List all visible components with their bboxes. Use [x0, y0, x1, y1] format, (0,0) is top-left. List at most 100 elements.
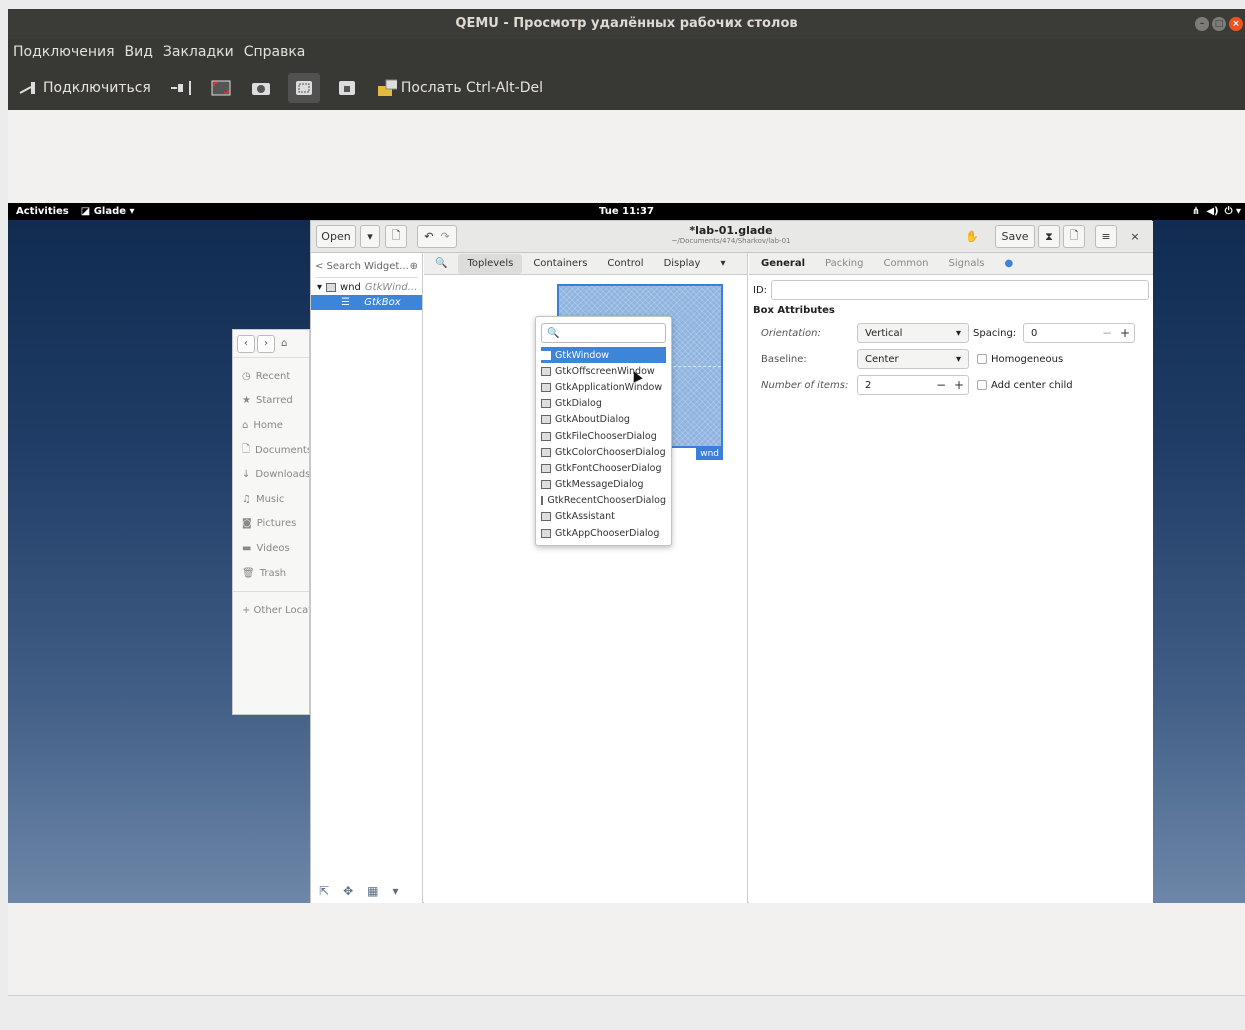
- sidebar-item-music[interactable]: ♫ Music: [233, 487, 309, 512]
- forward-button[interactable]: ›: [257, 334, 275, 353]
- popover-item-gtkfilechooserdialog[interactable]: GtkFileChooserDialog: [541, 428, 666, 444]
- sidebar-item-starred[interactable]: ★ Starred: [233, 389, 309, 414]
- popover-item-gtkappchooserdialog[interactable]: GtkAppChooserDialog: [541, 525, 666, 541]
- undo-icon: ↶: [424, 230, 434, 243]
- menu-button[interactable]: ≡: [1095, 225, 1117, 248]
- tab-control[interactable]: Control: [598, 254, 652, 274]
- window-icon: [541, 366, 551, 376]
- keyboard-grab-button[interactable]: [334, 73, 360, 103]
- center-child-checkbox[interactable]: Add center child: [977, 380, 1073, 391]
- popover-item-gtkdialog[interactable]: GtkDialog: [541, 396, 666, 412]
- minimize-button[interactable]: –: [1195, 17, 1209, 31]
- recent-dropdown[interactable]: ▾: [360, 225, 380, 248]
- increment-button[interactable]: +: [1116, 323, 1134, 343]
- sidebar-item-recent[interactable]: ◷ Recent: [233, 364, 309, 389]
- popover-item-gtkapplicationwindow[interactable]: GtkApplicationWindow: [541, 379, 666, 395]
- open-button[interactable]: Open: [316, 225, 356, 248]
- connect-button[interactable]: Подключиться: [16, 73, 154, 103]
- redo-icon: ↷: [440, 230, 450, 243]
- system-tray[interactable]: ⋔ ◀) ⏻ ▾: [1192, 203, 1241, 220]
- popover-item-gtkrecentchooserdialog[interactable]: GtkRecentChooserDialog: [541, 493, 666, 509]
- tab-signals[interactable]: Signals: [949, 258, 985, 269]
- property-tabs: General Packing Common Signals ●: [749, 253, 1153, 275]
- close-button[interactable]: ×: [1229, 17, 1243, 31]
- id-row: ID:: [749, 280, 1153, 300]
- plug-icon: [19, 79, 39, 97]
- remote-desktop[interactable]: Activities ◪ Glade ▾ Tue 11:37 ⋔ ◀) ⏻ ▾ …: [8, 203, 1245, 903]
- increment-button[interactable]: +: [950, 375, 968, 395]
- popover-item-gtkwindow[interactable]: GtkWindow: [541, 347, 666, 364]
- decrement-button[interactable]: −: [1098, 323, 1116, 343]
- palette-search-icon[interactable]: 🔍: [426, 254, 456, 274]
- sidebar-item-documents[interactable]: 🗋 Documents: [233, 438, 309, 463]
- select-tool-icon[interactable]: ⇱: [319, 884, 329, 898]
- tab-toplevels[interactable]: Toplevels: [458, 253, 523, 274]
- chevron-down-icon[interactable]: ▾: [392, 884, 398, 898]
- back-button[interactable]: ‹: [237, 334, 255, 353]
- drag-tool-icon[interactable]: ✥: [343, 884, 353, 898]
- preview-button[interactable]: 🗋: [1063, 225, 1085, 248]
- save-button[interactable]: Save: [995, 225, 1035, 248]
- widget-search[interactable]: < Search Widget... ⊕: [315, 255, 418, 278]
- popover-item-gtkcolorchooserdialog[interactable]: GtkColorChooserDialog: [541, 444, 666, 460]
- document-icon: 🗋: [1069, 229, 1079, 242]
- scale-icon: [294, 79, 314, 97]
- sidebar-item-pictures[interactable]: ◙ Pictures: [233, 512, 309, 537]
- maximize-button[interactable]: □: [1212, 17, 1226, 31]
- tab-general[interactable]: General: [761, 258, 805, 269]
- decrement-button[interactable]: −: [932, 375, 950, 395]
- popover-search[interactable]: 🔍: [541, 323, 666, 343]
- baseline-row: Baseline: Center ▾ Homogeneous: [749, 349, 1153, 369]
- sidebar-item-downloads[interactable]: ↓ Downloads: [233, 462, 309, 487]
- camera-icon: [251, 79, 271, 97]
- more-tabs-chevron-icon[interactable]: ▾: [711, 254, 734, 274]
- home-icon: ⌂: [242, 419, 249, 431]
- window-icon: [541, 512, 551, 522]
- close-window-button[interactable]: ×: [1124, 225, 1146, 248]
- fullscreen-button[interactable]: [208, 73, 234, 103]
- sidebar-item-home[interactable]: ⌂ Home: [233, 413, 309, 438]
- sidebar-item-videos[interactable]: ▬ Videos: [233, 536, 309, 561]
- undo-redo-group[interactable]: ↶ ↷: [417, 225, 457, 248]
- items-row: Number of items: 2− + Add center child: [749, 375, 1153, 395]
- menu-view[interactable]: Вид: [125, 44, 153, 60]
- tree-row-wnd[interactable]: ▾ wnd GtkWind...: [311, 280, 422, 295]
- id-input[interactable]: [771, 280, 1149, 300]
- sidebar-item-trash[interactable]: 🗑 Trash: [233, 561, 309, 586]
- popover-item-gtkaboutdialog[interactable]: GtkAboutDialog: [541, 412, 666, 428]
- chevron-down-icon: ▾: [955, 353, 961, 365]
- popover-item-gtkmessagedialog[interactable]: GtkMessageDialog: [541, 477, 666, 493]
- orientation-combo[interactable]: Vertical ▾: [857, 323, 969, 343]
- filter-button[interactable]: ⧗: [1038, 225, 1060, 248]
- send-cad-button[interactable]: Послать Ctrl-Alt-Del: [374, 73, 546, 103]
- screenshot-button[interactable]: [248, 73, 274, 103]
- new-file-button[interactable]: 🗋: [385, 225, 407, 248]
- tab-common[interactable]: Common: [883, 258, 928, 269]
- funnel-icon: ⧗: [1045, 229, 1053, 243]
- menu-bookmarks[interactable]: Закладки: [163, 44, 234, 60]
- popover-item-gtkoffscreenwindow[interactable]: GtkOffscreenWindow: [541, 363, 666, 379]
- tab-packing[interactable]: Packing: [825, 258, 863, 269]
- inspector-button[interactable]: ✋: [961, 225, 983, 248]
- tree-row-gtkbox[interactable]: ☰ GtkBox: [311, 295, 422, 310]
- menu-connections[interactable]: Подключения: [13, 44, 115, 60]
- tab-containers[interactable]: Containers: [524, 254, 596, 274]
- menu-help[interactable]: Справка: [244, 44, 306, 60]
- other-locations[interactable]: + Other Locati: [233, 598, 309, 623]
- baseline-combo[interactable]: Center ▾: [857, 349, 969, 369]
- disconnect-button[interactable]: [168, 73, 194, 103]
- homogeneous-checkbox[interactable]: Homogeneous: [977, 354, 1063, 365]
- window-controls: – □ ×: [1195, 17, 1243, 31]
- spacing-spin[interactable]: 0− +: [1023, 323, 1135, 343]
- activities-button[interactable]: Activities: [16, 203, 69, 220]
- clock[interactable]: Tue 11:37: [599, 206, 654, 217]
- scale-button[interactable]: [287, 72, 320, 103]
- app-menu[interactable]: ◪ Glade ▾: [81, 203, 135, 220]
- margin-tool-icon[interactable]: ▦: [367, 884, 378, 898]
- tab-display[interactable]: Display: [655, 254, 710, 274]
- info-icon[interactable]: ●: [1004, 258, 1013, 269]
- popover-item-gtkassistant[interactable]: GtkAssistant: [541, 509, 666, 525]
- popover-item-gtkfontchooserdialog[interactable]: GtkFontChooserDialog: [541, 460, 666, 476]
- items-spin[interactable]: 2− +: [857, 375, 969, 395]
- home-icon[interactable]: ⌂: [281, 338, 287, 349]
